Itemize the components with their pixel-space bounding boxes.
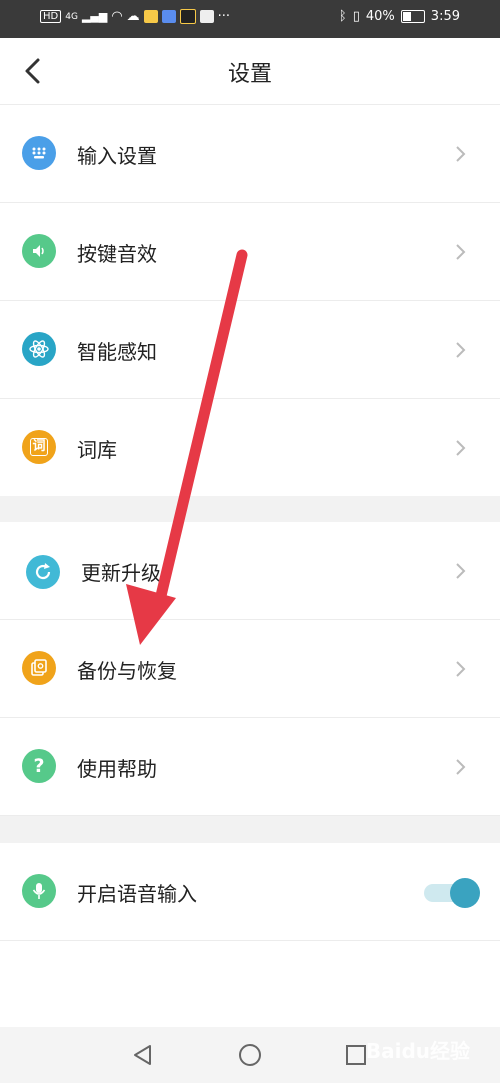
toggle-knob	[450, 878, 480, 908]
keyboard-icon	[22, 136, 56, 170]
battery-icon	[400, 10, 425, 23]
signal-label: 4G	[65, 11, 78, 22]
signal-bars-icon: ▂▄▆	[81, 10, 108, 23]
settings-item-label: 更新升级	[81, 561, 161, 585]
battery-percent: 40%	[365, 9, 395, 24]
help-icon-glyph: ?	[33, 755, 45, 777]
chevron-right-icon	[456, 244, 466, 260]
settings-item-label: 智能感知	[77, 340, 157, 364]
settings-item-label: 按键音效	[77, 242, 157, 266]
page-title: 设置	[227, 62, 272, 87]
app-notification-icon	[199, 10, 214, 23]
wifi-icon: ◠	[111, 9, 123, 24]
speaker-icon	[22, 234, 56, 268]
status-left-icons: HD 4G ▂▄▆ ◠ ☁ ···	[40, 9, 230, 24]
app-notification-icon	[143, 10, 158, 23]
settings-item-backup-restore[interactable]: 备份与恢复	[0, 620, 500, 718]
dictionary-icon: 词	[22, 430, 56, 464]
watermark: Baidu经验	[365, 1039, 470, 1063]
triangle-back-icon[interactable]	[131, 1043, 155, 1067]
hd-badge: HD	[40, 10, 62, 23]
section-divider	[0, 496, 500, 522]
microphone-icon	[22, 874, 56, 908]
app-notification-icon	[161, 10, 176, 23]
help-icon: ?	[22, 749, 56, 783]
refresh-icon	[26, 555, 60, 589]
clock: 3:59	[430, 9, 460, 24]
vibrate-icon: ▯	[352, 9, 360, 24]
settings-item-voice-input: 开启语音输入	[0, 843, 500, 941]
atom-icon	[22, 332, 56, 366]
settings-item-label: 备份与恢复	[77, 659, 177, 683]
settings-item-smart-sense[interactable]: 智能感知	[0, 301, 500, 399]
chevron-right-icon	[456, 759, 466, 775]
voice-input-toggle[interactable]	[424, 877, 480, 908]
chevron-right-icon	[456, 146, 466, 162]
settings-item-label: 使用帮助	[77, 757, 157, 781]
dictionary-icon-glyph: 词	[30, 438, 48, 456]
backup-icon	[22, 651, 56, 685]
settings-item-label: 词库	[77, 438, 117, 462]
status-bar: HD 4G ▂▄▆ ◠ ☁ ··· ᛒ ▯ 40% 3:59	[0, 0, 500, 38]
settings-item-label: 开启语音输入	[77, 882, 197, 906]
status-right-icons: ᛒ ▯ 40% 3:59	[339, 9, 460, 24]
settings-item-input[interactable]: 输入设置	[0, 105, 500, 203]
bluetooth-icon: ᛒ	[338, 9, 347, 24]
settings-item-update[interactable]: 更新升级	[0, 522, 500, 620]
circle-home-icon[interactable]	[238, 1043, 262, 1067]
chevron-right-icon	[456, 440, 466, 456]
settings-item-dictionary[interactable]: 词 词库	[0, 399, 500, 497]
section-divider	[0, 816, 500, 843]
app-notification-icon	[179, 9, 196, 24]
chevron-right-icon	[456, 661, 466, 677]
cloud-icon: ☁	[126, 9, 140, 24]
app-header: 设置	[0, 38, 500, 105]
more-notifications: ···	[217, 9, 231, 24]
settings-item-label: 输入设置	[77, 144, 157, 168]
settings-item-help[interactable]: ? 使用帮助	[0, 718, 500, 816]
settings-item-key-sound[interactable]: 按键音效	[0, 203, 500, 301]
chevron-right-icon	[456, 563, 466, 579]
square-recents-icon[interactable]	[344, 1043, 368, 1067]
chevron-right-icon	[456, 342, 466, 358]
